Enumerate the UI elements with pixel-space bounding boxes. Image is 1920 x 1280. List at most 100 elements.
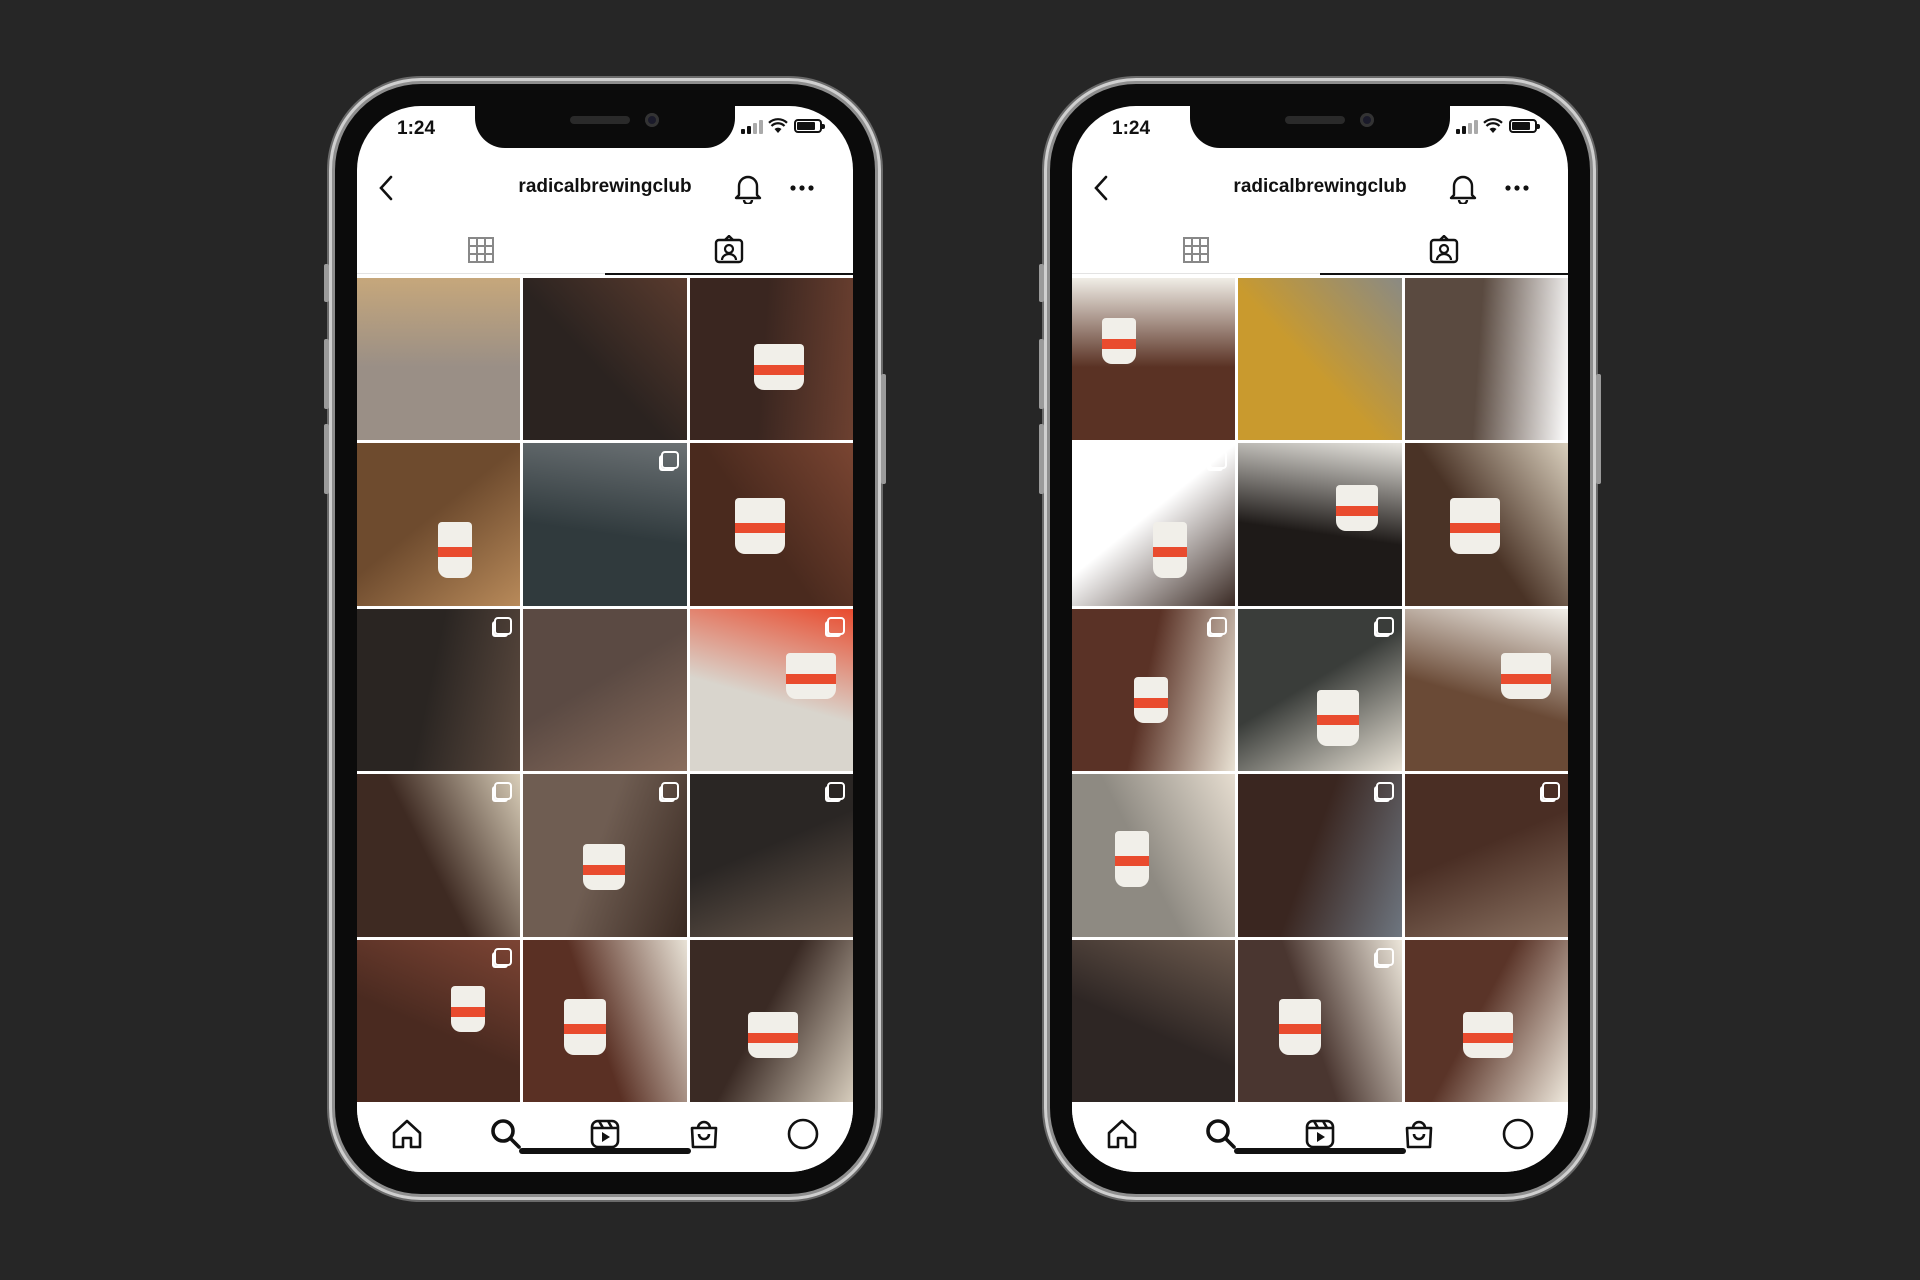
power-button	[1596, 374, 1601, 484]
reels-icon	[590, 1119, 620, 1149]
search-icon	[1205, 1119, 1236, 1149]
coffee-cup-image	[734, 498, 785, 555]
signal-icon	[1456, 120, 1478, 134]
photo-tile[interactable]	[523, 443, 687, 606]
photo-tile[interactable]	[1238, 278, 1402, 441]
photo-tile[interactable]	[523, 774, 687, 937]
nav-reels[interactable]	[585, 1116, 625, 1152]
coffee-cup-image	[747, 1011, 798, 1058]
notch	[475, 106, 735, 148]
photo-tile[interactable]	[1072, 443, 1236, 606]
bottom-nav	[357, 1102, 853, 1172]
nav-profile[interactable]	[1498, 1116, 1538, 1152]
photo-tile[interactable]	[1404, 774, 1568, 937]
photo-tile[interactable]	[1238, 774, 1402, 937]
more-icon[interactable]	[789, 180, 815, 196]
tab-grid[interactable]	[357, 226, 605, 274]
photo-tile[interactable]	[357, 939, 521, 1102]
photo-grid	[1072, 278, 1568, 1102]
volume-down-button	[324, 424, 329, 494]
multiple-photos-icon	[494, 616, 513, 635]
photo-tile[interactable]	[1404, 278, 1568, 441]
photo-tile[interactable]	[357, 278, 521, 441]
coffee-cup-image	[564, 998, 607, 1055]
coffee-cup-image	[785, 652, 836, 699]
volume-down-button	[1039, 424, 1044, 494]
shop-icon	[690, 1120, 718, 1149]
photo-tile[interactable]	[1404, 443, 1568, 606]
photo-tile[interactable]	[689, 774, 853, 937]
screen: 1:24 radicalbrewingclub	[357, 106, 853, 1172]
tab-grid[interactable]	[1072, 226, 1320, 274]
photo-grid	[357, 278, 853, 1102]
nav-profile[interactable]	[783, 1116, 823, 1152]
coffee-cup-image	[1449, 498, 1500, 555]
bell-icon[interactable]	[1448, 172, 1478, 204]
photo-tile[interactable]	[1072, 608, 1236, 772]
reels-icon	[1305, 1119, 1335, 1149]
silent-switch	[1039, 264, 1044, 302]
status-time: 1:24	[1112, 118, 1151, 139]
wifi-icon	[768, 118, 788, 133]
nav-home[interactable]	[387, 1116, 427, 1152]
photo-tile[interactable]	[1238, 608, 1402, 772]
tagged-person-icon	[1429, 235, 1459, 264]
photo-tile[interactable]	[357, 443, 521, 606]
bell-icon[interactable]	[733, 172, 763, 204]
multiple-photos-icon	[1375, 947, 1394, 966]
profile-header: radicalbrewingclub	[1072, 158, 1568, 218]
multiple-photos-icon	[494, 782, 513, 801]
coffee-cup-image	[1336, 485, 1379, 532]
wifi-icon	[1483, 118, 1503, 133]
multiple-photos-icon	[1375, 616, 1394, 635]
tab-tagged[interactable]	[605, 226, 853, 275]
photo-tile[interactable]	[1072, 774, 1236, 937]
nav-search[interactable]	[1201, 1116, 1241, 1152]
nav-reels[interactable]	[1300, 1116, 1340, 1152]
photo-tile[interactable]	[1072, 278, 1236, 441]
multiple-photos-icon	[826, 616, 845, 635]
bottom-nav	[1072, 1102, 1568, 1172]
photo-tile[interactable]	[357, 774, 521, 937]
home-indicator[interactable]	[519, 1148, 691, 1154]
profile-header: radicalbrewingclub	[357, 158, 853, 218]
photo-tile[interactable]	[1072, 939, 1236, 1102]
nav-shop[interactable]	[1399, 1116, 1439, 1152]
coffee-cup-image	[438, 522, 472, 579]
signal-icon	[741, 120, 763, 134]
photo-tile[interactable]	[1238, 939, 1402, 1102]
battery-icon	[794, 119, 825, 133]
photo-tile[interactable]	[523, 608, 687, 772]
photo-tile[interactable]	[523, 939, 687, 1102]
coffee-cup-image	[1279, 998, 1322, 1055]
silent-switch	[324, 264, 329, 302]
multiple-photos-icon	[494, 947, 513, 966]
tab-tagged[interactable]	[1320, 226, 1568, 275]
coffee-cup-image	[1462, 1011, 1513, 1058]
photo-tile[interactable]	[689, 443, 853, 606]
photo-tile[interactable]	[689, 608, 853, 772]
photo-tile[interactable]	[689, 939, 853, 1102]
volume-up-button	[1039, 339, 1044, 409]
nav-shop[interactable]	[684, 1116, 724, 1152]
photo-tile[interactable]	[1238, 443, 1402, 606]
coffee-cup-image	[1134, 676, 1168, 723]
photo-tile[interactable]	[1404, 608, 1568, 772]
notch	[1190, 106, 1450, 148]
multiple-photos-icon	[1209, 616, 1228, 635]
profile-icon	[788, 1118, 819, 1150]
photo-tile[interactable]	[357, 608, 521, 772]
nav-home[interactable]	[1102, 1116, 1142, 1152]
home-icon	[392, 1119, 421, 1149]
home-indicator[interactable]	[1234, 1148, 1406, 1154]
photo-tile[interactable]	[689, 278, 853, 441]
coffee-cup-image	[1153, 522, 1187, 579]
profile-tabs	[1072, 226, 1568, 275]
coffee-cup-image	[1317, 689, 1360, 746]
multiple-photos-icon	[826, 782, 845, 801]
photo-tile[interactable]	[1404, 939, 1568, 1102]
nav-search[interactable]	[486, 1116, 526, 1152]
coffee-cup-image	[451, 985, 485, 1032]
photo-tile[interactable]	[523, 278, 687, 441]
more-icon[interactable]	[1504, 180, 1530, 196]
